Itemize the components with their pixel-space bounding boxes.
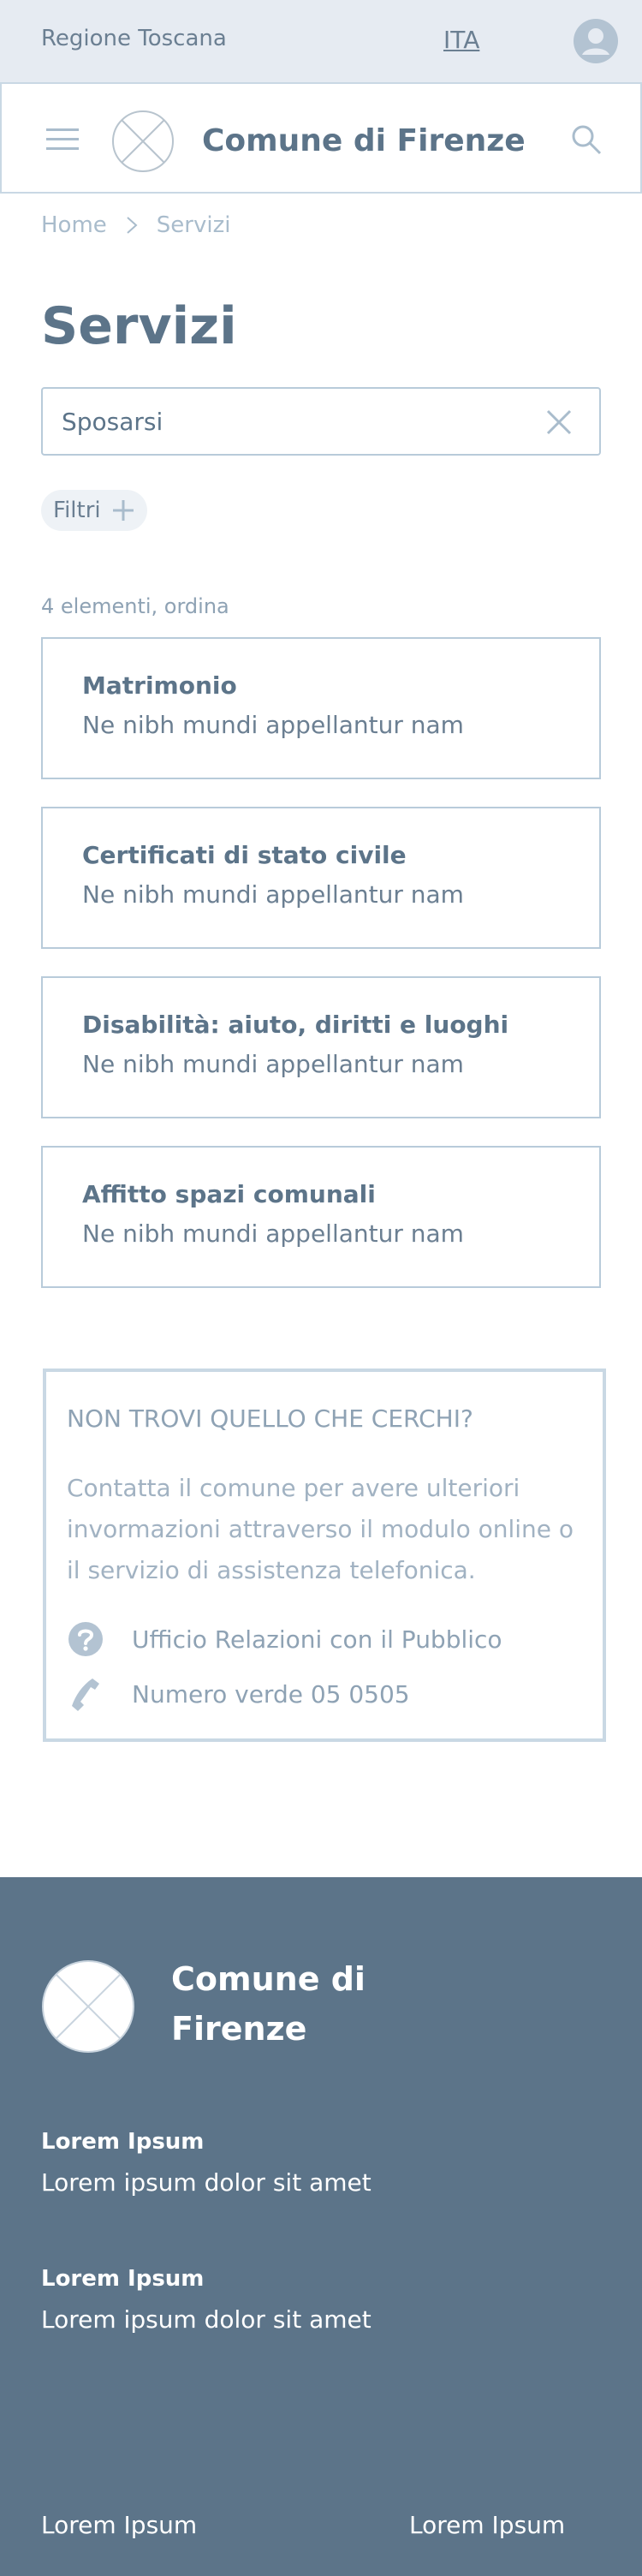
phone-link[interactable]: Numero verde 05 0505: [67, 1675, 410, 1713]
search-input[interactable]: Sposarsi: [41, 387, 601, 456]
breadcrumb: Home Servizi: [41, 212, 230, 238]
help-text: Contatta il comune per avere ulteriori i…: [67, 1474, 574, 1584]
filters-label: Filtri: [53, 498, 101, 523]
logo-placeholder-icon[interactable]: [111, 110, 175, 173]
site-header: Comune di Firenze: [0, 82, 642, 194]
site-footer: Comune di Firenze Lorem Ipsum Lorem ipsu…: [0, 1877, 642, 2576]
result-card[interactable]: Disabilità: aiuto, diritti e luoghi Ne n…: [41, 976, 601, 1118]
breadcrumb-home-link[interactable]: Home: [41, 212, 107, 238]
help-box: NON TROVI QUELLO CHE CERCHI? Contatta il…: [43, 1368, 606, 1742]
search-icon[interactable]: [570, 123, 603, 156]
phone-label[interactable]: Numero verde 05 0505: [132, 1680, 410, 1708]
site-title[interactable]: Comune di Firenze: [202, 123, 526, 158]
user-avatar-icon[interactable]: [574, 19, 618, 63]
result-card-description: Ne nibh mundi appellantur nam: [82, 1219, 464, 1248]
result-card-title[interactable]: Certificati di stato civile: [82, 841, 407, 869]
top-bar: Regione Toscana ITA: [0, 0, 642, 82]
footer-section-heading: Lorem Ipsum: [41, 2129, 205, 2155]
footer-section-text[interactable]: Lorem ipsum dolor sit amet: [41, 2305, 372, 2334]
region-link[interactable]: Regione Toscana: [41, 26, 227, 51]
result-card[interactable]: Affitto spazi comunali Ne nibh mundi app…: [41, 1146, 601, 1288]
result-card-title[interactable]: Matrimonio: [82, 671, 237, 700]
result-card-description: Ne nibh mundi appellantur nam: [82, 880, 464, 909]
phone-icon: [72, 1679, 99, 1711]
chevron-right-icon: [127, 217, 138, 234]
result-card-description: Ne nibh mundi appellantur nam: [82, 1050, 464, 1078]
search-input-value[interactable]: Sposarsi: [62, 408, 163, 436]
footer-section-heading: Lorem Ipsum: [41, 2266, 205, 2292]
result-card-description: Ne nibh mundi appellantur nam: [82, 711, 464, 739]
footer-site-name[interactable]: Comune di Firenze: [171, 1954, 411, 2054]
language-selector[interactable]: ITA: [443, 26, 479, 54]
footer-bottom-link-right[interactable]: Lorem Ipsum: [409, 2511, 565, 2539]
results-count[interactable]: 4 elementi, ordina: [41, 594, 229, 618]
result-card-title[interactable]: Disabilità: aiuto, diritti e luoghi: [82, 1011, 508, 1039]
close-icon[interactable]: [544, 408, 574, 437]
page-title: Servizi: [41, 296, 237, 356]
footer-section-text[interactable]: Lorem ipsum dolor sit amet: [41, 2168, 372, 2197]
filters-button[interactable]: Filtri: [41, 490, 147, 531]
footer-logo-placeholder-icon[interactable]: [41, 1959, 135, 2054]
result-card[interactable]: Matrimonio Ne nibh mundi appellantur nam: [41, 637, 601, 779]
question-circle-icon: [68, 1622, 103, 1656]
result-card[interactable]: Certificati di stato civile Ne nibh mund…: [41, 807, 601, 949]
help-title: NON TROVI QUELLO CHE CERCHI?: [67, 1404, 473, 1433]
office-link[interactable]: Ufficio Relazioni con il Pubblico: [67, 1620, 502, 1658]
plus-icon: [112, 500, 134, 521]
footer-bottom-link-left[interactable]: Lorem Ipsum: [41, 2511, 197, 2539]
office-label[interactable]: Ufficio Relazioni con il Pubblico: [132, 1625, 502, 1654]
result-card-title[interactable]: Affitto spazi comunali: [82, 1180, 376, 1208]
hamburger-menu-icon[interactable]: [46, 128, 79, 151]
breadcrumb-current: Servizi: [156, 212, 231, 238]
